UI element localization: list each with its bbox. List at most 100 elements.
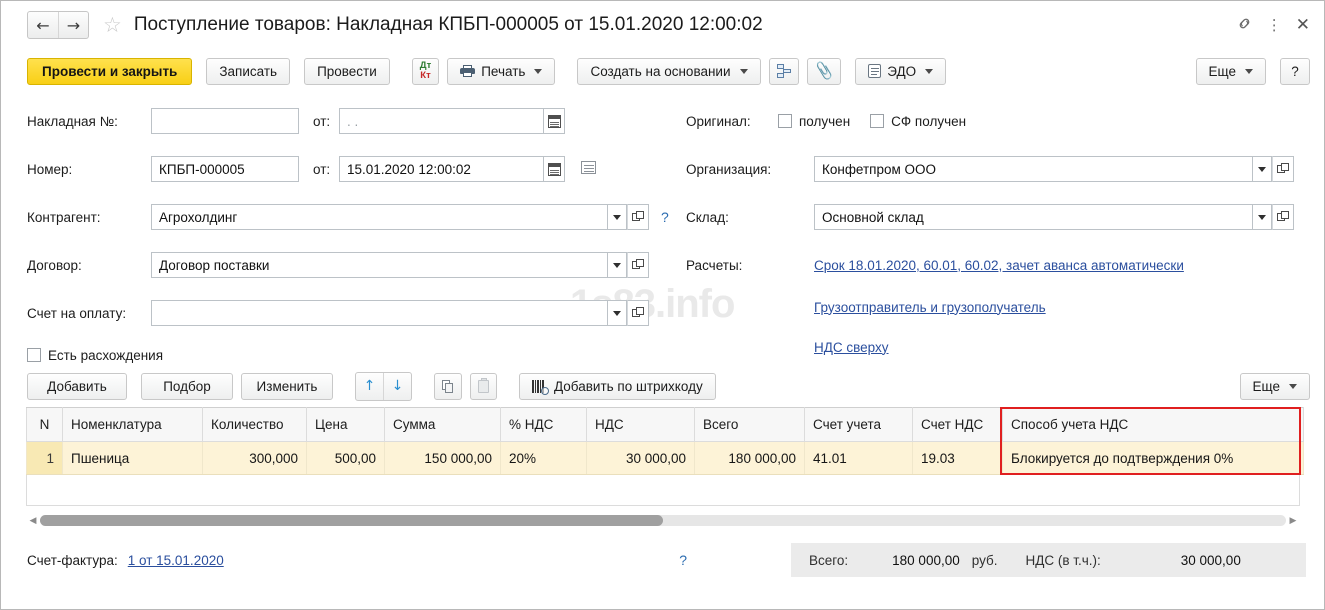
contract-dropdown-button[interactable]	[607, 252, 627, 278]
move-row-up-button[interactable]: ↑	[356, 373, 383, 400]
navigation-buttons: ← →	[27, 11, 89, 39]
table-empty-area[interactable]	[26, 475, 1300, 506]
field-payment-invoice: Счет на оплату:	[27, 299, 649, 327]
cell-vat-method[interactable]: Блокируется до подтверждения 0%	[1002, 441, 1304, 475]
cell-amount[interactable]: 150 000,00	[384, 441, 501, 475]
number-date-input[interactable]: 15.01.2020 12:00:02	[339, 156, 543, 182]
invoice-number-input[interactable]	[151, 108, 299, 134]
post-button[interactable]: Провести	[304, 57, 390, 85]
cell-vat-account[interactable]: 19.03	[912, 441, 1003, 475]
shipper-consignee-link[interactable]: Грузоотправитель и грузополучатель	[814, 300, 1046, 315]
organization-dropdown-button[interactable]	[1252, 156, 1272, 182]
back-button[interactable]: ←	[28, 12, 58, 38]
organization-input[interactable]: Конфетпром ООО	[814, 156, 1252, 182]
column-header-vat-method[interactable]: Способ учета НДС	[1002, 407, 1304, 442]
cell-price[interactable]: 500,00	[306, 441, 385, 475]
page-title: Поступление товаров: Накладная КПБП-0000…	[133, 14, 763, 35]
table-more-label: Еще	[1252, 378, 1280, 394]
organization-open-button[interactable]	[1272, 156, 1294, 182]
write-button[interactable]: Записать	[206, 57, 291, 85]
column-header-price[interactable]: Цена	[306, 407, 385, 442]
chevron-down-icon	[1258, 214, 1266, 220]
warehouse-input[interactable]: Основной склад	[814, 204, 1252, 230]
cell-n: 1	[26, 441, 63, 475]
total-label: Всего:	[809, 552, 849, 568]
edo-label: ЭДО	[887, 63, 917, 79]
number-history-button[interactable]	[581, 161, 596, 177]
payment-invoice-input[interactable]	[151, 300, 607, 326]
payment-invoice-dropdown-button[interactable]	[607, 300, 627, 326]
paste-icon	[478, 377, 489, 393]
counterparty-input[interactable]: Агрохолдинг	[151, 204, 607, 230]
chevron-down-icon	[1289, 383, 1297, 389]
column-header-vat-account[interactable]: Счет НДС	[912, 407, 1003, 442]
number-input[interactable]: КПБП-000005	[151, 156, 299, 182]
forward-button[interactable]: →	[58, 12, 88, 38]
number-date-calendar-button[interactable]	[543, 156, 565, 182]
edo-button[interactable]: ЭДО	[855, 57, 947, 85]
cell-total[interactable]: 180 000,00	[694, 441, 805, 475]
column-header-quantity[interactable]: Количество	[202, 407, 307, 442]
footer-help-icon[interactable]: ?	[679, 552, 687, 568]
column-header-total[interactable]: Всего	[694, 407, 805, 442]
has-discrepancies-checkbox[interactable]	[27, 348, 41, 362]
invoice-date-calendar-button[interactable]	[543, 108, 565, 134]
invoice-facture-link[interactable]: 1 от 15.01.2020	[128, 553, 224, 568]
original-received-checkbox[interactable]	[778, 114, 792, 128]
column-header-account[interactable]: Счет учета	[804, 407, 913, 442]
more-button[interactable]: Еще	[1195, 57, 1266, 85]
cell-account[interactable]: 41.01	[804, 441, 913, 475]
link-icon[interactable]	[1236, 15, 1253, 36]
contract-open-button[interactable]	[627, 252, 649, 278]
favorite-star-icon[interactable]: ☆	[103, 14, 122, 36]
change-items-button[interactable]: Изменить	[241, 372, 333, 400]
cell-quantity[interactable]: 300,000	[202, 441, 307, 475]
attachments-button[interactable]: 📎	[806, 57, 842, 85]
payment-invoice-open-button[interactable]	[627, 300, 649, 326]
post-and-close-button[interactable]: Провести и закрыть	[27, 57, 193, 85]
column-header-amount[interactable]: Сумма	[384, 407, 501, 442]
column-header-vat[interactable]: НДС	[586, 407, 695, 442]
invoice-date-input[interactable]: . .	[339, 108, 543, 134]
number-date-label: от:	[313, 161, 331, 177]
cell-nomenclature[interactable]: Пшеница	[62, 441, 203, 475]
cell-vat[interactable]: 30 000,00	[586, 441, 695, 475]
close-icon[interactable]: ✕	[1296, 16, 1310, 34]
table-row[interactable]: 1 Пшеница 300,000 500,00 150 000,00 20% …	[26, 441, 1304, 475]
column-header-n[interactable]: N	[26, 407, 63, 442]
postings-dt-kt-button[interactable]: Дт Кт	[411, 57, 440, 85]
more-options-icon[interactable]: ⋮	[1267, 17, 1282, 33]
add-row-button[interactable]: Добавить	[27, 372, 127, 400]
settlements-link[interactable]: Срок 18.01.2020, 60.01, 60.02, зачет ава…	[814, 258, 1184, 273]
counterparty-help-icon[interactable]: ?	[661, 209, 669, 225]
scrollbar-track[interactable]	[40, 515, 1286, 526]
calendar-icon	[547, 114, 561, 128]
counterparty-dropdown-button[interactable]	[607, 204, 627, 230]
column-header-nomenclature[interactable]: Номенклатура	[62, 407, 203, 442]
contract-input[interactable]: Договор поставки	[151, 252, 607, 278]
scroll-right-arrow-icon[interactable]: ▶	[1286, 516, 1300, 526]
select-items-button[interactable]: Подбор	[141, 372, 233, 400]
copy-button[interactable]	[434, 372, 462, 400]
table-more-button[interactable]: Еще	[1239, 372, 1310, 400]
table-horizontal-scrollbar[interactable]: ◀ ▶	[26, 513, 1300, 528]
paste-button[interactable]	[470, 372, 497, 400]
scrollbar-thumb[interactable]	[40, 515, 663, 526]
sf-received-checkbox[interactable]	[870, 114, 885, 128]
column-header-vat-percent[interactable]: % НДС	[500, 407, 587, 442]
vat-on-top-link[interactable]: НДС сверху	[814, 340, 889, 355]
print-button[interactable]: Печать	[447, 57, 556, 85]
document-structure-button[interactable]	[768, 57, 799, 85]
payment-invoice-label: Счет на оплату:	[27, 305, 127, 321]
move-row-down-button[interactable]: ↓	[383, 372, 411, 400]
create-based-on-button[interactable]: Создать на основании	[577, 57, 761, 85]
dt-kt-icon: Дт Кт	[420, 61, 431, 81]
field-counterparty: Контрагент: Агрохолдинг ?	[27, 203, 669, 231]
cell-vat-percent[interactable]: 20%	[500, 441, 587, 475]
warehouse-open-button[interactable]	[1272, 204, 1294, 230]
counterparty-open-button[interactable]	[627, 204, 649, 230]
add-by-barcode-button[interactable]: Добавить по штрихкоду	[519, 372, 716, 400]
help-button[interactable]: ?	[1280, 57, 1310, 85]
scroll-left-arrow-icon[interactable]: ◀	[26, 516, 40, 526]
warehouse-dropdown-button[interactable]	[1252, 204, 1272, 230]
